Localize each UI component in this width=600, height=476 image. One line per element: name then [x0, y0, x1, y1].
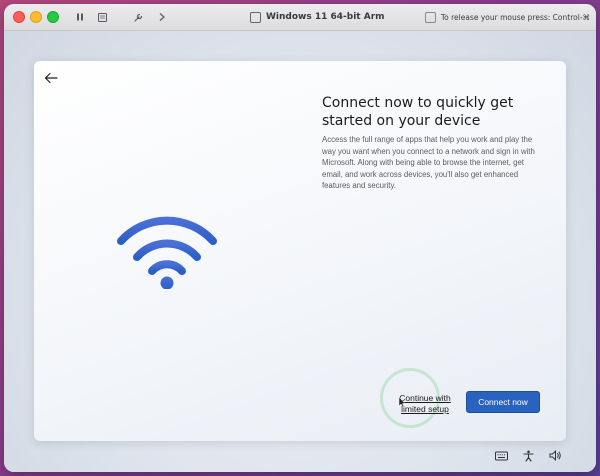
window-titlebar: Windows 11 64-bit Arm To release your mo…	[4, 4, 596, 31]
mouse-cursor-icon	[398, 396, 406, 408]
traffic-lights	[13, 11, 59, 23]
release-mouse-icon	[424, 11, 436, 23]
release-mouse-text: To release your mouse press: Control-⌘	[440, 12, 590, 22]
vm-window: Windows 11 64-bit Arm To release your mo…	[4, 4, 596, 472]
chevron-right-icon[interactable]	[155, 10, 169, 24]
window-title: Windows 11 64-bit Arm	[266, 12, 385, 22]
wifi-icon	[117, 216, 217, 289]
oobe-card: Connect now to quickly get started on yo…	[34, 61, 566, 441]
window-title-area: Windows 11 64-bit Arm	[250, 4, 385, 30]
snapshot-icon[interactable]	[95, 10, 109, 24]
vm-lock-icon	[250, 11, 261, 23]
minimize-window-button[interactable]	[30, 11, 42, 23]
maximize-window-button[interactable]	[47, 11, 59, 23]
volume-icon[interactable]	[549, 450, 562, 461]
back-arrow-icon	[44, 72, 58, 84]
connect-now-button[interactable]: Connect now	[466, 391, 540, 413]
wrench-icon[interactable]	[131, 10, 145, 24]
page-description: Access the full range of apps that help …	[322, 135, 535, 191]
oobe-system-tray	[495, 450, 562, 462]
guest-screen: Connect now to quickly get started on yo…	[4, 31, 596, 472]
release-mouse-hint: To release your mouse press: Control-⌘	[424, 4, 590, 30]
pause-icon[interactable]	[73, 10, 87, 24]
back-button[interactable]	[42, 69, 60, 87]
accessibility-icon[interactable]	[522, 450, 535, 462]
close-window-button[interactable]	[13, 11, 25, 23]
keyboard-icon[interactable]	[495, 450, 508, 461]
page-heading: Connect now to quickly get started on yo…	[322, 95, 514, 129]
